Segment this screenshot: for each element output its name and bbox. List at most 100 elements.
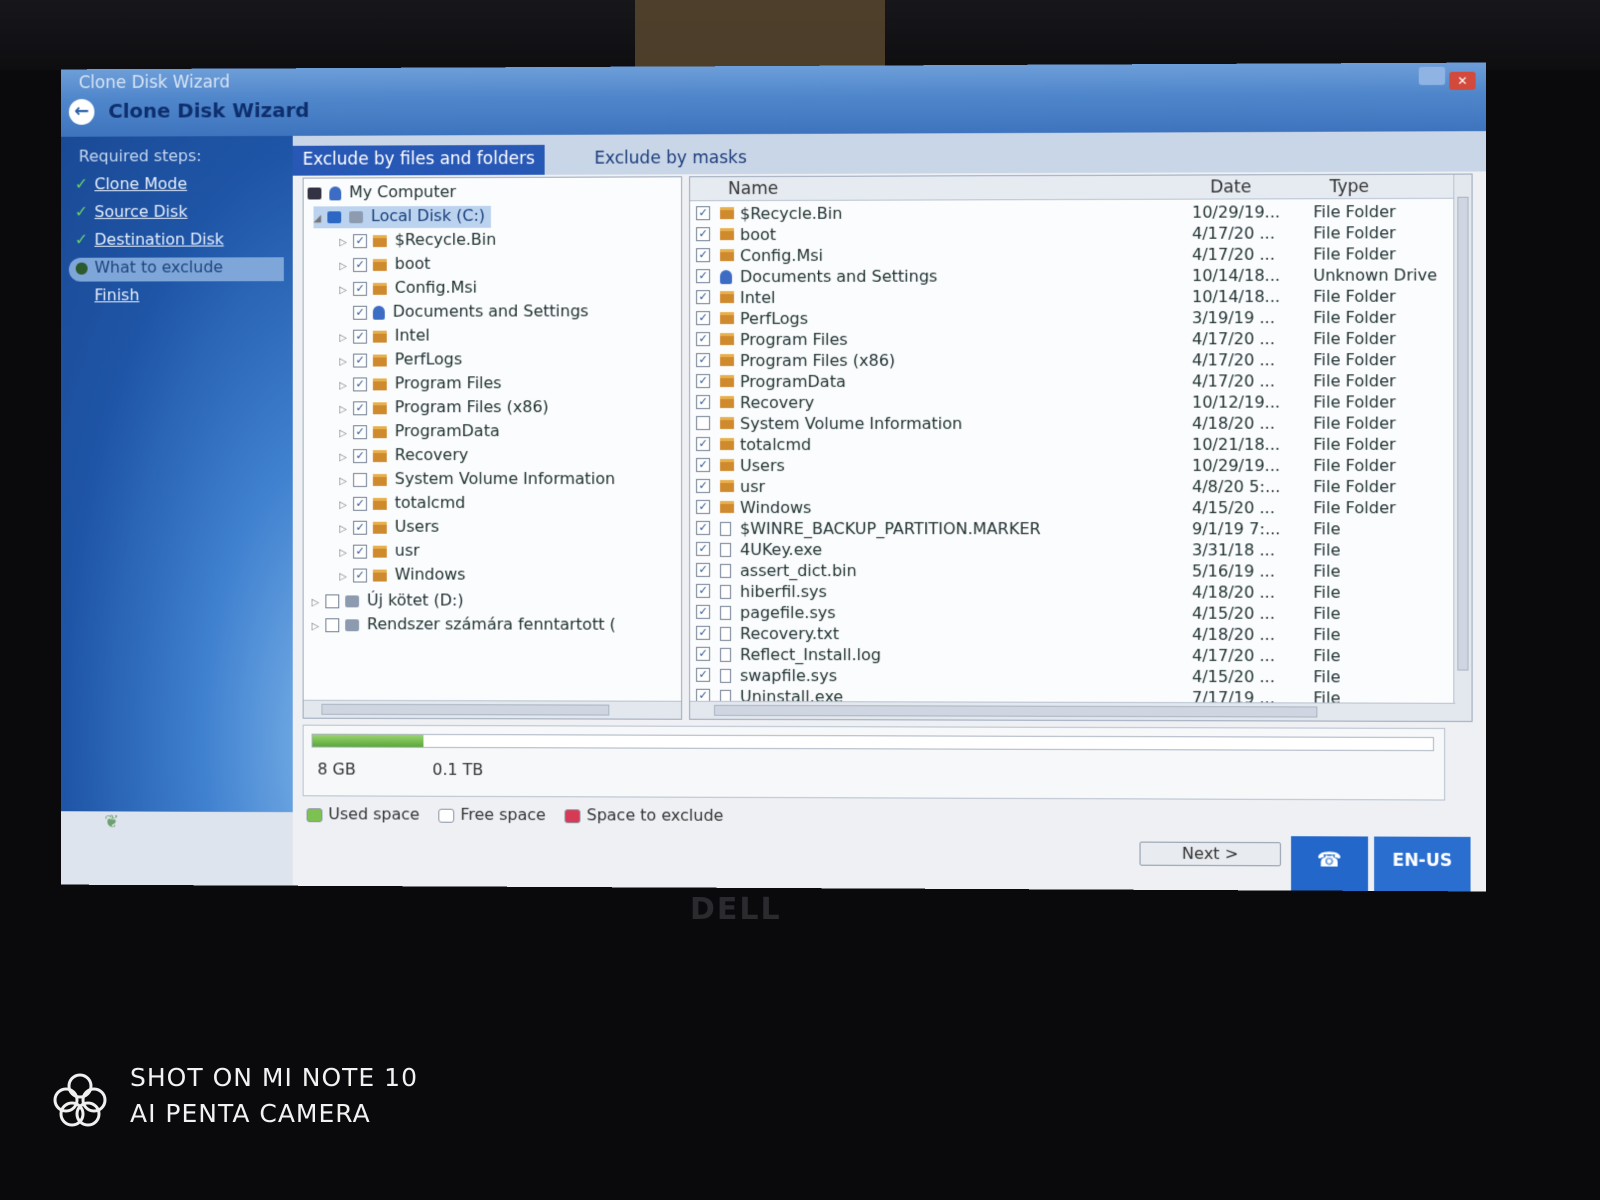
tree-node[interactable]: ▷ ✓ Program Files <box>339 373 501 395</box>
list-horizontal-scrollbar[interactable] <box>690 700 1456 721</box>
expand-arrow-icon[interactable]: ▷ <box>339 524 353 535</box>
checkbox[interactable]: ✓ <box>353 376 367 391</box>
checkbox[interactable]: ✓ <box>353 400 367 415</box>
checkbox[interactable]: ✓ <box>696 667 711 682</box>
list-row[interactable]: ✓ pagefile.sys 4/15/20 ... File <box>690 602 1455 624</box>
language-button[interactable]: EN-US <box>1374 836 1471 892</box>
tree-node[interactable]: ▷ ✓ Program Files (x86) <box>339 397 548 419</box>
list-row[interactable]: ✓ Recovery 10/12/19... File Folder <box>690 391 1455 413</box>
checkbox[interactable]: ✓ <box>353 448 367 463</box>
step-source-disk[interactable]: ✓ Source Disk <box>75 202 290 226</box>
checkbox[interactable]: ✓ <box>696 290 711 305</box>
checkbox[interactable]: ✓ <box>696 332 711 347</box>
column-date[interactable]: Date <box>1210 177 1251 197</box>
checkbox[interactable]: ✓ <box>353 305 367 320</box>
list-row[interactable]: ✓ Intel 10/14/18... File Folder <box>690 285 1455 308</box>
checkbox[interactable]: ✓ <box>696 437 711 452</box>
list-row[interactable]: ✓ boot 4/17/20 ... File Folder <box>690 222 1455 245</box>
expand-arrow-icon[interactable]: ▷ <box>339 357 353 368</box>
list-row[interactable]: ✓ Users 10/29/19... File Folder <box>690 455 1455 476</box>
column-type[interactable]: Type <box>1330 177 1370 197</box>
tree-node-drive-d[interactable]: ▷ Új kötet (D:) <box>312 590 464 612</box>
checkbox[interactable]: ✓ <box>353 233 367 248</box>
checkbox[interactable]: ✓ <box>353 281 367 296</box>
list-row[interactable]: System Volume Information 4/18/20 ... File… <box>690 412 1455 434</box>
expand-arrow-icon[interactable]: ▷ <box>339 548 353 559</box>
expand-arrow-icon[interactable]: ▷ <box>339 237 353 248</box>
scroll-thumb[interactable] <box>1457 196 1469 671</box>
tree-node[interactable]: ▷ ✓ ProgramData <box>339 421 499 443</box>
checkbox[interactable]: ✓ <box>696 374 711 389</box>
checkbox[interactable]: ✓ <box>696 604 711 619</box>
tree-node[interactable]: ▷ ✓ Windows <box>339 565 465 587</box>
expand-arrow-icon[interactable]: ▷ <box>339 572 353 583</box>
expand-arrow-icon[interactable]: ▷ <box>312 597 326 608</box>
tree-node[interactable]: ▷ ✓ PerfLogs <box>339 349 462 371</box>
scroll-thumb[interactable] <box>714 704 1318 718</box>
checkbox[interactable]: ✓ <box>696 458 711 473</box>
checkbox[interactable]: ✓ <box>696 395 711 410</box>
list-row[interactable]: ✓ PerfLogs 3/19/19 ... File Folder <box>690 307 1455 329</box>
checkbox[interactable]: ✓ <box>353 424 367 439</box>
checkbox[interactable]: ✓ <box>696 562 711 577</box>
list-row[interactable]: ✓ Program Files (x86) 4/17/20 ... File Fold… <box>690 349 1455 371</box>
expand-arrow-icon[interactable]: ▷ <box>339 428 353 439</box>
list-row[interactable]: ✓ assert_dict.bin 5/16/19 ... File <box>690 560 1455 582</box>
expand-arrow-icon[interactable]: ▷ <box>339 404 353 415</box>
step-destination-disk[interactable]: ✓ Destination Disk <box>75 229 290 253</box>
list-row[interactable]: ✓ Config.Msi 4/17/20 ... File Folder <box>690 243 1455 266</box>
expand-arrow-icon[interactable]: ▷ <box>339 333 353 344</box>
checkbox[interactable] <box>325 593 340 608</box>
checkbox[interactable]: ✓ <box>696 227 711 242</box>
list-row[interactable]: ✓ $WINRE_BACKUP_PARTITION.MARKER 9/1/19 7:… <box>690 518 1455 540</box>
close-button[interactable]: ✕ <box>1449 71 1476 90</box>
list-row[interactable]: ✓ Reflect_Install.log 4/17/20 ... File <box>690 644 1455 667</box>
checkbox[interactable]: ✓ <box>353 353 367 368</box>
tree-node[interactable]: ▷ ✓ boot <box>339 254 430 276</box>
tab-exclude-by-files[interactable]: Exclude by files and folders <box>292 144 545 176</box>
checkbox[interactable]: ✓ <box>353 520 367 535</box>
expand-arrow-icon[interactable]: ▷ <box>339 476 353 487</box>
tree-node-local-disk-c[interactable]: ◢ Local Disk (C:) <box>313 205 492 229</box>
checkbox[interactable]: ✓ <box>696 269 711 284</box>
column-name[interactable]: Name <box>728 179 778 199</box>
checkbox[interactable] <box>353 472 367 487</box>
list-row[interactable]: ✓ Documents and Settings 10/14/18... Unknow… <box>690 264 1455 287</box>
checkbox[interactable]: ✓ <box>353 568 367 583</box>
checkbox[interactable] <box>325 617 340 632</box>
checkbox[interactable] <box>696 416 711 431</box>
checkbox[interactable]: ✓ <box>696 311 711 326</box>
expand-arrow-icon[interactable]: ▷ <box>339 500 353 511</box>
tree-node[interactable]: ▷ ✓ totalcmd <box>339 493 465 515</box>
list-row[interactable]: ✓ usr 4/8/20 5:... File Folder <box>690 476 1455 497</box>
tree-node[interactable]: ▷ System Volume Information <box>339 469 615 491</box>
step-what-to-exclude[interactable]: ● What to exclude <box>68 257 284 282</box>
list-row[interactable]: ✓ Recovery.txt 4/18/20 ... File <box>690 623 1455 645</box>
expand-arrow-icon[interactable]: ▷ <box>339 261 353 272</box>
checkbox[interactable]: ✓ <box>353 544 367 559</box>
tree-node[interactable]: ▷ ✓ Recovery <box>339 445 468 467</box>
checkbox[interactable]: ✓ <box>353 329 367 344</box>
tree-node[interactable]: ▷ ✓ usr <box>339 541 419 563</box>
checkbox[interactable]: ✓ <box>696 520 711 535</box>
expand-arrow-icon[interactable]: ▷ <box>312 621 326 632</box>
list-row[interactable]: ✓ 4UKey.exe 3/31/18 ... File <box>690 539 1455 561</box>
checkbox[interactable]: ✓ <box>353 496 367 511</box>
checkbox[interactable]: ✓ <box>696 478 711 493</box>
list-row[interactable]: ✓ Windows 4/15/20 ... File Folder <box>690 497 1455 518</box>
help-button[interactable]: ☎ <box>1291 836 1369 891</box>
checkbox[interactable]: ✓ <box>696 248 711 263</box>
expand-arrow-icon[interactable]: ▷ <box>339 452 353 463</box>
tree-node[interactable]: ▷ ✓ Config.Msi <box>339 278 477 300</box>
list-row[interactable]: ✓ swapfile.sys 4/15/20 ... File <box>690 665 1455 688</box>
list-row[interactable]: ✓ ProgramData 4/17/20 ... File Folder <box>690 370 1455 392</box>
checkbox[interactable]: ✓ <box>696 206 711 221</box>
checkbox[interactable]: ✓ <box>696 583 711 598</box>
checkbox[interactable]: ✓ <box>353 257 367 272</box>
checkbox[interactable]: ✓ <box>696 646 711 661</box>
list-row[interactable]: ✓ Program Files 4/17/20 ... File Folder <box>690 328 1455 350</box>
checkbox[interactable]: ✓ <box>696 541 711 556</box>
step-finish[interactable]: Finish <box>75 285 290 309</box>
collapse-arrow-icon[interactable]: ◢ <box>314 213 328 224</box>
tree-node[interactable]: ▷ ✓ $Recycle.Bin <box>339 230 496 252</box>
